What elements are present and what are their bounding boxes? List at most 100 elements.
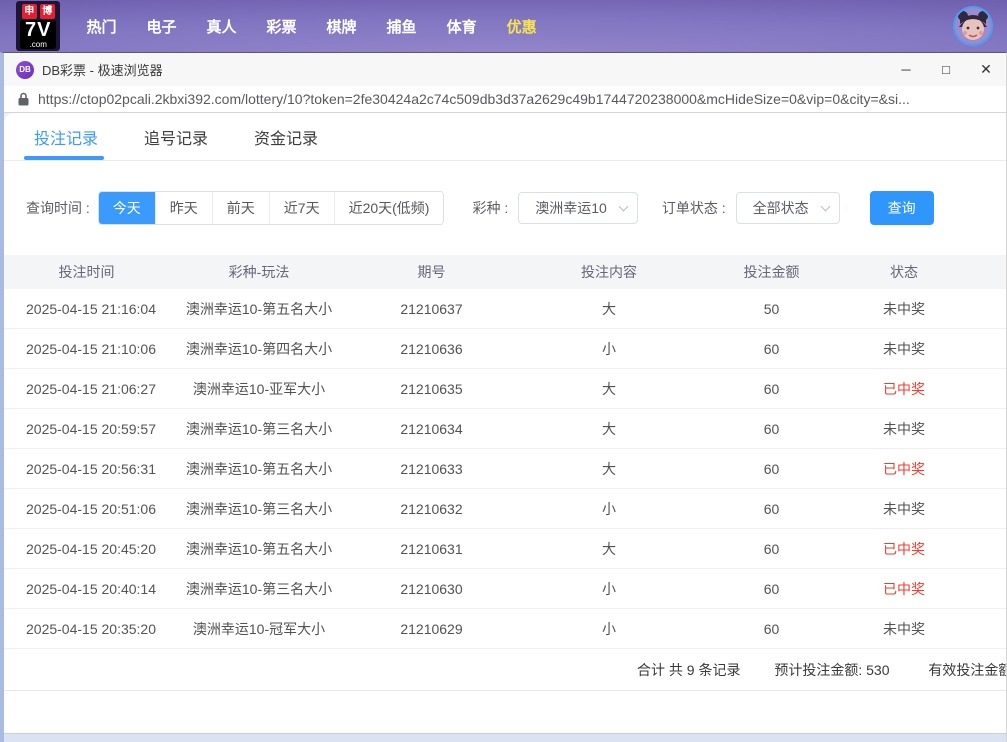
- col-status: 状态: [839, 262, 969, 282]
- cell-game-play: 澳洲幸运10-第五名大小: [169, 539, 349, 559]
- cell-status: 已中奖: [839, 539, 969, 559]
- cell-status: 未中奖: [839, 499, 969, 519]
- site-logo[interactable]: 申 博 7V .com: [16, 1, 60, 51]
- menu-item-hot[interactable]: 热门: [86, 16, 116, 37]
- tab-bet-records[interactable]: 投注记录: [34, 125, 98, 149]
- window-controls: ─ □ ✕: [886, 53, 1006, 86]
- cell-game-play: 澳洲幸运10-第三名大小: [169, 579, 349, 599]
- time-option-yesterday[interactable]: 昨天: [155, 192, 212, 224]
- records-card: 投注记录 追号记录 资金记录 查询时间 : 今天 昨天 前天 近7天 近20天(…: [4, 113, 1006, 733]
- cell-game-play: 澳洲幸运10-第三名大小: [169, 499, 349, 519]
- query-time-label: 查询时间 :: [26, 198, 90, 218]
- cell-bet-content: 大: [514, 539, 704, 559]
- tab-chase-records[interactable]: 追号记录: [144, 125, 208, 149]
- cell-bet-content: 大: [514, 299, 704, 319]
- cell-status: 未中奖: [839, 299, 969, 319]
- cell-bet-content: 大: [514, 379, 704, 399]
- cell-issue: 21210635: [349, 381, 514, 397]
- time-option-last20days[interactable]: 近20天(低频): [334, 192, 444, 224]
- summary-expected-amount: 预计投注金额: 530: [774, 649, 889, 691]
- cell-bet-time: 2025-04-15 20:45:20: [4, 541, 169, 557]
- lottery-type-select[interactable]: 澳洲幸运10: [518, 192, 638, 224]
- browser-favicon-icon: DB: [16, 61, 34, 79]
- site-navbar: 申 博 7V .com 热门 电子 真人 彩票 棋牌 捕鱼 体育 优惠: [0, 0, 1007, 52]
- cell-bet-content: 小: [514, 499, 704, 519]
- cell-issue: 21210637: [349, 301, 514, 317]
- cell-bet-time: 2025-04-15 20:35:20: [4, 621, 169, 637]
- menu-item-fishing[interactable]: 捕鱼: [387, 16, 417, 37]
- cell-status: 未中奖: [839, 419, 969, 439]
- cell-bet-amount: 60: [704, 541, 839, 557]
- cell-game-play: 澳洲幸运10-亚军大小: [169, 379, 349, 399]
- minimize-icon[interactable]: ─: [886, 53, 926, 86]
- cell-bet-time: 2025-04-15 20:56:31: [4, 461, 169, 477]
- cell-issue: 21210636: [349, 341, 514, 357]
- cell-issue: 21210634: [349, 421, 514, 437]
- tab-fund-records[interactable]: 资金记录: [254, 125, 318, 149]
- main-menu: 热门 电子 真人 彩票 棋牌 捕鱼 体育 优惠: [86, 16, 536, 37]
- col-bet-time: 投注时间: [4, 262, 169, 282]
- time-option-last7days[interactable]: 近7天: [269, 192, 334, 224]
- table-body: 2025-04-15 21:16:04 澳洲幸运10-第五名大小 2121063…: [4, 289, 1006, 649]
- table-row: 2025-04-15 20:51:06 澳洲幸运10-第三名大小 2121063…: [4, 489, 1006, 529]
- cell-bet-amount: 60: [704, 461, 839, 477]
- lottery-type-value: 澳洲幸运10: [535, 200, 607, 216]
- cell-game-play: 澳洲幸运10-第四名大小: [169, 339, 349, 359]
- cell-game-play: 澳洲幸运10-冠军大小: [169, 619, 349, 639]
- table-row: 2025-04-15 20:56:31 澳洲幸运10-第五名大小 2121063…: [4, 449, 1006, 489]
- maximize-icon[interactable]: □: [926, 53, 966, 86]
- cell-bet-amount: 60: [704, 341, 839, 357]
- window-title: DB彩票 - 极速浏览器: [42, 60, 163, 79]
- chevron-down-icon: [820, 202, 830, 212]
- url-text[interactable]: https://ctop02pcali.2kbxi392.com/lottery…: [38, 91, 910, 107]
- cell-bet-amount: 50: [704, 301, 839, 317]
- time-option-day-before[interactable]: 前天: [212, 192, 269, 224]
- cell-status: 已中奖: [839, 379, 969, 399]
- close-icon[interactable]: ✕: [966, 53, 1006, 86]
- cell-bet-content: 大: [514, 459, 704, 479]
- record-tabs: 投注记录 追号记录 资金记录: [4, 113, 1006, 161]
- order-status-value: 全部状态: [753, 200, 809, 216]
- cell-bet-time: 2025-04-15 21:16:04: [4, 301, 169, 317]
- cell-bet-time: 2025-04-15 21:10:06: [4, 341, 169, 357]
- lock-icon: [18, 92, 29, 106]
- menu-item-boardgames[interactable]: 棋牌: [327, 16, 357, 37]
- cell-bet-content: 大: [514, 419, 704, 439]
- cell-status: 未中奖: [839, 339, 969, 359]
- search-button[interactable]: 查询: [870, 191, 934, 225]
- table-row: 2025-04-15 21:10:06 澳洲幸运10-第四名大小 2121063…: [4, 329, 1006, 369]
- cell-bet-amount: 60: [704, 581, 839, 597]
- cell-bet-amount: 60: [704, 421, 839, 437]
- menu-item-promotions[interactable]: 优惠: [507, 16, 537, 37]
- order-status-select[interactable]: 全部状态: [736, 192, 840, 224]
- table-row: 2025-04-15 21:06:27 澳洲幸运10-亚军大小 21210635…: [4, 369, 1006, 409]
- logo-7v-text: 7V: [20, 20, 56, 40]
- menu-item-live[interactable]: 真人: [207, 16, 237, 37]
- cell-bet-content: 小: [514, 339, 704, 359]
- summary-total-records: 合计 共 9 条记录: [637, 649, 740, 691]
- table-row: 2025-04-15 20:35:20 澳洲幸运10-冠军大小 21210629…: [4, 609, 1006, 649]
- logo-com-text: .com: [20, 40, 56, 49]
- col-bet-content: 投注内容: [514, 262, 704, 282]
- active-tab-underline: [24, 156, 104, 160]
- summary-valid-amount: 有效投注金额: [928, 649, 1006, 691]
- col-game-play: 彩种-玩法: [169, 262, 349, 282]
- browser-titlebar: DB DB彩票 - 极速浏览器 ─ □ ✕: [4, 53, 1006, 86]
- cell-issue: 21210631: [349, 541, 514, 557]
- cell-game-play: 澳洲幸运10-第五名大小: [169, 299, 349, 319]
- col-issue: 期号: [349, 262, 514, 282]
- menu-item-lottery[interactable]: 彩票: [267, 16, 297, 37]
- table-row: 2025-04-15 20:59:57 澳洲幸运10-第三名大小 2121063…: [4, 409, 1006, 449]
- logo-badge-shen: 申: [22, 4, 37, 19]
- browser-window: DB DB彩票 - 极速浏览器 ─ □ ✕ https://ctop02pcal…: [0, 52, 1007, 742]
- cell-status: 已中奖: [839, 579, 969, 599]
- table-row: 2025-04-15 21:16:04 澳洲幸运10-第五名大小 2121063…: [4, 289, 1006, 329]
- menu-item-sports[interactable]: 体育: [447, 16, 477, 37]
- menu-item-slots[interactable]: 电子: [146, 16, 176, 37]
- time-option-today[interactable]: 今天: [99, 192, 155, 224]
- page-content: 投注记录 追号记录 资金记录 查询时间 : 今天 昨天 前天 近7天 近20天(…: [4, 113, 1006, 733]
- lottery-type-label: 彩种 :: [472, 198, 508, 218]
- user-avatar[interactable]: [953, 6, 993, 46]
- cell-issue: 21210633: [349, 461, 514, 477]
- table-row: 2025-04-15 20:45:20 澳洲幸运10-第五名大小 2121063…: [4, 529, 1006, 569]
